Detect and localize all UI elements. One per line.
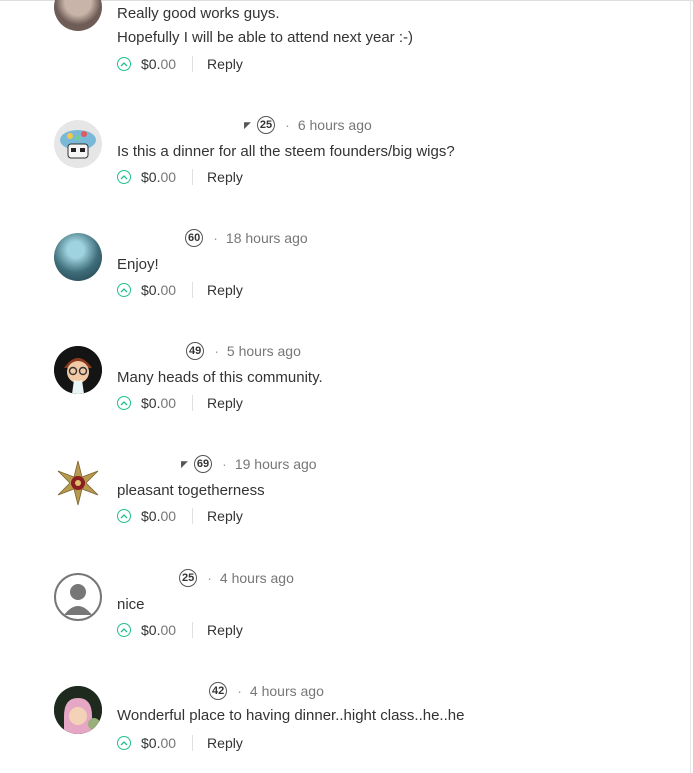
payout-value[interactable]: $0.00 bbox=[141, 508, 176, 524]
timestamp[interactable]: 19 hours ago bbox=[235, 456, 317, 472]
comment-actions: $0.00 Reply bbox=[117, 506, 243, 526]
timestamp[interactable]: 4 hours ago bbox=[250, 683, 324, 699]
avatar[interactable] bbox=[54, 346, 102, 394]
timestamp[interactable]: 5 hours ago bbox=[227, 343, 301, 359]
comment-meta: 25 · 4 hours ago bbox=[179, 568, 294, 588]
comment-actions: $0.00 Reply bbox=[117, 167, 243, 187]
comment-item: 60 · 18 hours ago Enjoy! $0.00 Reply bbox=[0, 228, 680, 308]
reputation-badge: 25 bbox=[179, 569, 198, 587]
payout-value[interactable]: $0.00 bbox=[141, 622, 176, 638]
comment-item: 42 · 4 hours ago Wonderful place to havi… bbox=[0, 681, 680, 761]
comment-body-line: Wonderful place to having dinner..hight … bbox=[117, 707, 465, 724]
comment-body-line: Is this a dinner for all the steem found… bbox=[117, 143, 455, 160]
reputation-badge: 49 bbox=[186, 342, 205, 360]
reply-link[interactable]: Reply bbox=[207, 622, 243, 638]
payout-value[interactable]: $0.00 bbox=[141, 735, 176, 751]
comment-actions: $0.00 Reply bbox=[117, 620, 243, 640]
comment-item: 25 · 4 hours ago nice $0.00 Reply bbox=[0, 568, 680, 648]
meta-separator: · bbox=[222, 456, 227, 472]
timestamp[interactable]: 18 hours ago bbox=[226, 230, 308, 246]
dropdown-arrow-icon[interactable]: ◤ bbox=[181, 459, 188, 470]
comment-item: ◤ 69 · 19 hours ago pleasant togethernes… bbox=[0, 454, 680, 534]
upvote-icon[interactable] bbox=[117, 736, 131, 750]
comment-item: ◤ 25 · 6 hours ago Is this a dinner for … bbox=[0, 115, 680, 195]
meta-separator: · bbox=[213, 230, 218, 246]
avatar[interactable] bbox=[54, 233, 102, 281]
avatar[interactable] bbox=[54, 120, 102, 168]
comment-meta: ◤ 69 · 19 hours ago bbox=[181, 454, 317, 474]
comment-body-line: pleasant togetherness bbox=[117, 482, 265, 499]
comment-body-line: Many heads of this community. bbox=[117, 369, 323, 386]
reply-link[interactable]: Reply bbox=[207, 735, 243, 751]
action-divider bbox=[192, 622, 194, 638]
reply-link[interactable]: Reply bbox=[207, 169, 243, 185]
action-divider bbox=[192, 282, 194, 298]
comment-item: Really good works guys. Hopefully I will… bbox=[0, 0, 680, 80]
action-divider bbox=[192, 508, 194, 524]
reputation-badge: 60 bbox=[185, 229, 204, 247]
upvote-icon[interactable] bbox=[117, 57, 131, 71]
upvote-icon[interactable] bbox=[117, 623, 131, 637]
avatar[interactable] bbox=[54, 0, 102, 31]
reply-link[interactable]: Reply bbox=[207, 56, 243, 72]
upvote-icon[interactable] bbox=[117, 170, 131, 184]
upvote-icon[interactable] bbox=[117, 509, 131, 523]
comment-body-line: Really good works guys. bbox=[117, 5, 280, 22]
meta-separator: · bbox=[285, 117, 290, 133]
reputation-badge: 25 bbox=[256, 116, 276, 134]
action-divider bbox=[192, 395, 194, 411]
reply-link[interactable]: Reply bbox=[207, 282, 243, 298]
action-divider bbox=[192, 169, 194, 185]
upvote-icon[interactable] bbox=[117, 396, 131, 410]
meta-separator: · bbox=[214, 343, 219, 359]
reputation-badge: 69 bbox=[193, 455, 213, 473]
comment-meta: 42 · 4 hours ago bbox=[209, 681, 324, 701]
comment-actions: $0.00 Reply bbox=[117, 733, 243, 753]
meta-separator: · bbox=[207, 570, 212, 586]
payout-value[interactable]: $0.00 bbox=[141, 169, 176, 185]
avatar[interactable] bbox=[54, 686, 102, 734]
comment-item: 49 · 5 hours ago Many heads of this comm… bbox=[0, 341, 680, 421]
comment-meta: ◤ 25 · 6 hours ago bbox=[244, 115, 372, 135]
action-divider bbox=[192, 56, 194, 72]
comment-body-line: nice bbox=[117, 596, 145, 613]
comment-meta: 49 · 5 hours ago bbox=[186, 341, 301, 361]
scrollbar-track[interactable] bbox=[690, 0, 691, 773]
reputation-badge: 42 bbox=[209, 682, 228, 700]
comment-body-line: Enjoy! bbox=[117, 256, 159, 273]
comment-body-line: Hopefully I will be able to attend next … bbox=[117, 29, 413, 46]
timestamp[interactable]: 6 hours ago bbox=[298, 117, 372, 133]
payout-value[interactable]: $0.00 bbox=[141, 282, 176, 298]
dropdown-arrow-icon[interactable]: ◤ bbox=[244, 120, 251, 131]
reply-link[interactable]: Reply bbox=[207, 508, 243, 524]
comment-actions: $0.00 Reply bbox=[117, 280, 243, 300]
reply-link[interactable]: Reply bbox=[207, 395, 243, 411]
avatar[interactable] bbox=[54, 573, 102, 621]
avatar[interactable] bbox=[54, 459, 102, 507]
action-divider bbox=[192, 735, 194, 751]
meta-separator: · bbox=[237, 683, 242, 699]
comment-meta: 60 · 18 hours ago bbox=[185, 228, 308, 248]
comment-actions: $0.00 Reply bbox=[117, 393, 243, 413]
payout-value[interactable]: $0.00 bbox=[141, 395, 176, 411]
payout-value[interactable]: $0.00 bbox=[141, 56, 176, 72]
upvote-icon[interactable] bbox=[117, 283, 131, 297]
comment-actions: $0.00 Reply bbox=[117, 54, 243, 74]
timestamp[interactable]: 4 hours ago bbox=[220, 570, 294, 586]
